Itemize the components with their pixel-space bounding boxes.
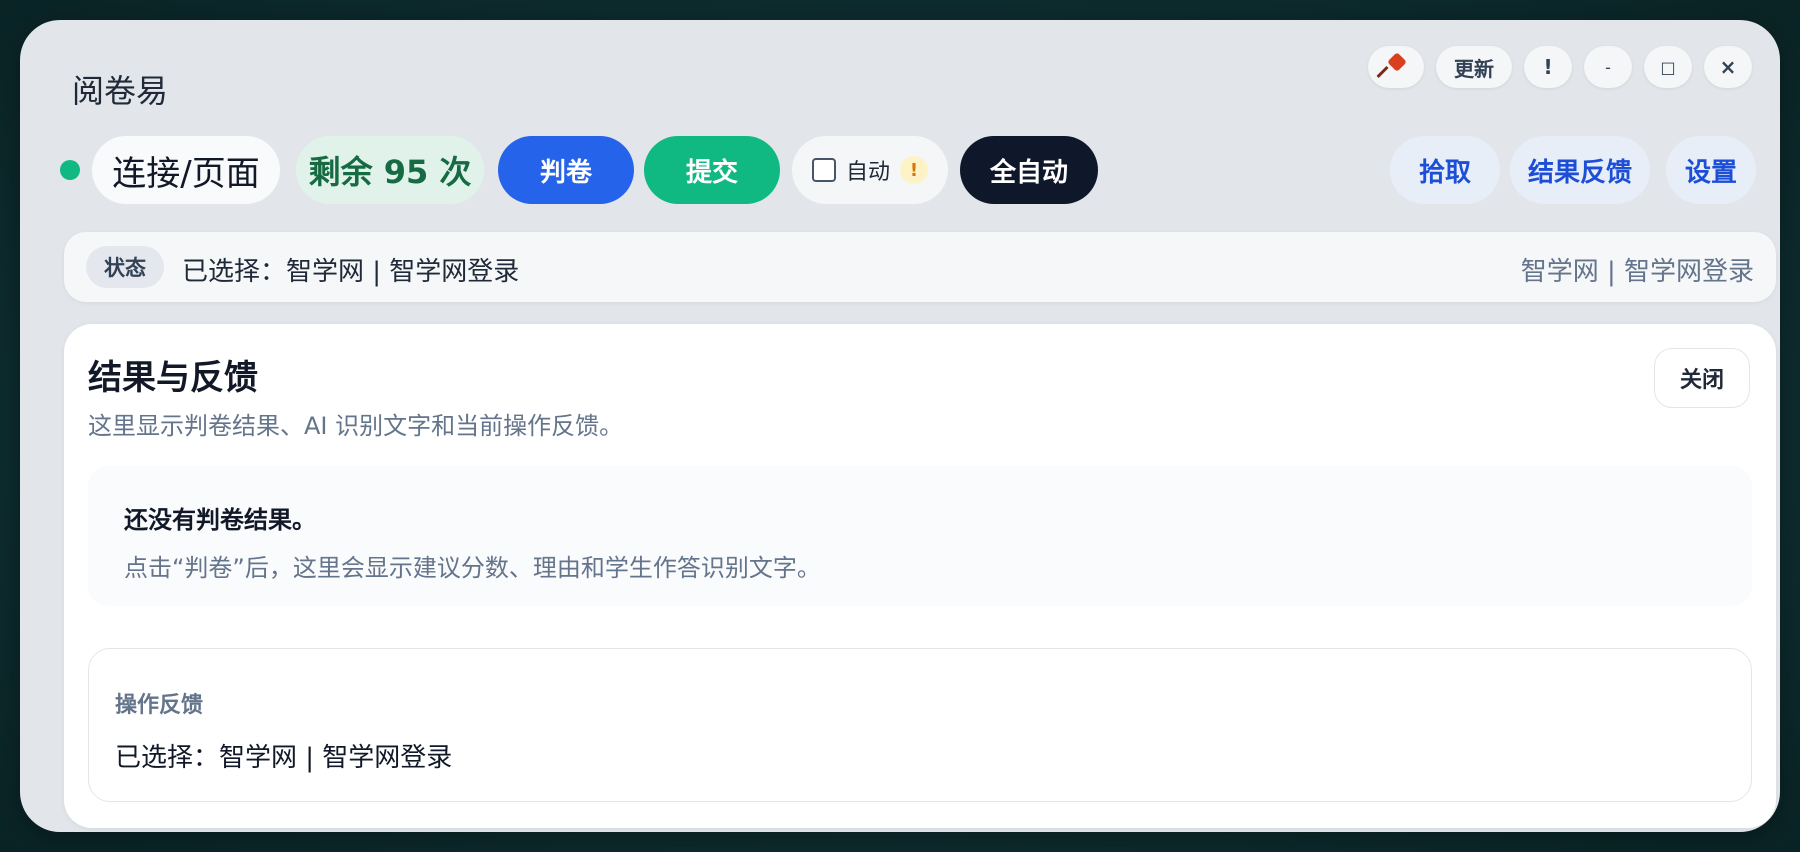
window-controls: 更新 ! - □ ×	[1368, 46, 1752, 88]
auto-label: 自动	[845, 160, 890, 185]
grade-button[interactable]: 判卷	[498, 136, 634, 204]
close-panel-button[interactable]: 关闭	[1654, 348, 1750, 408]
result-feedback-button[interactable]: 结果反馈	[1510, 136, 1650, 204]
empty-result-description: 点击“判卷”后，这里会显示建议分数、理由和学生作答识别文字。	[124, 554, 821, 582]
pick-button[interactable]: 拾取	[1390, 136, 1500, 204]
connection-page-button[interactable]: 连接/页面	[92, 136, 280, 204]
full-auto-button[interactable]: 全自动	[960, 136, 1098, 204]
alert-button[interactable]: !	[1524, 46, 1572, 88]
operation-feedback-label: 操作反馈	[115, 693, 204, 718]
result-feedback-panel: 结果与反馈 这里显示判卷结果、AI 识别文字和当前操作反馈。 关闭 还没有判卷结…	[64, 324, 1776, 828]
settings-button[interactable]: 设置	[1666, 136, 1756, 204]
operation-feedback-text: 已选择：智学网 | 智学网登录	[115, 743, 453, 773]
status-right-text: 智学网 | 智学网登录	[1520, 257, 1754, 287]
minimize-button[interactable]: -	[1584, 46, 1632, 88]
pin-icon	[1382, 53, 1410, 81]
pin-button[interactable]	[1368, 46, 1424, 88]
operation-feedback-box: 操作反馈 已选择：智学网 | 智学网登录	[88, 648, 1752, 802]
update-button[interactable]: 更新	[1436, 46, 1512, 88]
status-tag: 状态	[86, 246, 164, 288]
warning-icon: !	[900, 156, 928, 184]
app-title: 阅卷易	[72, 72, 169, 110]
empty-result-box: 还没有判卷结果。 点击“判卷”后，这里会显示建议分数、理由和学生作答识别文字。	[88, 466, 1752, 606]
submit-button[interactable]: 提交	[644, 136, 780, 204]
panel-subtitle: 这里显示判卷结果、AI 识别文字和当前操作反馈。	[88, 412, 624, 440]
close-window-button[interactable]: ×	[1704, 46, 1752, 88]
status-bar: 状态 已选择：智学网 | 智学网登录 智学网 | 智学网登录	[64, 232, 1776, 302]
empty-result-title: 还没有判卷结果。	[124, 506, 316, 534]
status-text: 已选择：智学网 | 智学网登录	[182, 257, 520, 287]
maximize-button[interactable]: □	[1644, 46, 1692, 88]
checkbox-icon[interactable]	[811, 158, 836, 182]
app-window: 阅卷易 更新 ! - □ × 连接/页面 剩余 95 次 判卷 提交 自动 ! …	[20, 20, 1780, 832]
toolbar: 连接/页面 剩余 95 次 判卷 提交 自动 ! 全自动 拾取 结果反馈 设置	[60, 136, 1756, 204]
auto-toggle[interactable]: 自动 !	[792, 136, 948, 204]
panel-title: 结果与反馈	[88, 358, 258, 398]
connection-status-dot	[60, 160, 80, 180]
remaining-count-badge: 剩余 95 次	[296, 136, 484, 204]
